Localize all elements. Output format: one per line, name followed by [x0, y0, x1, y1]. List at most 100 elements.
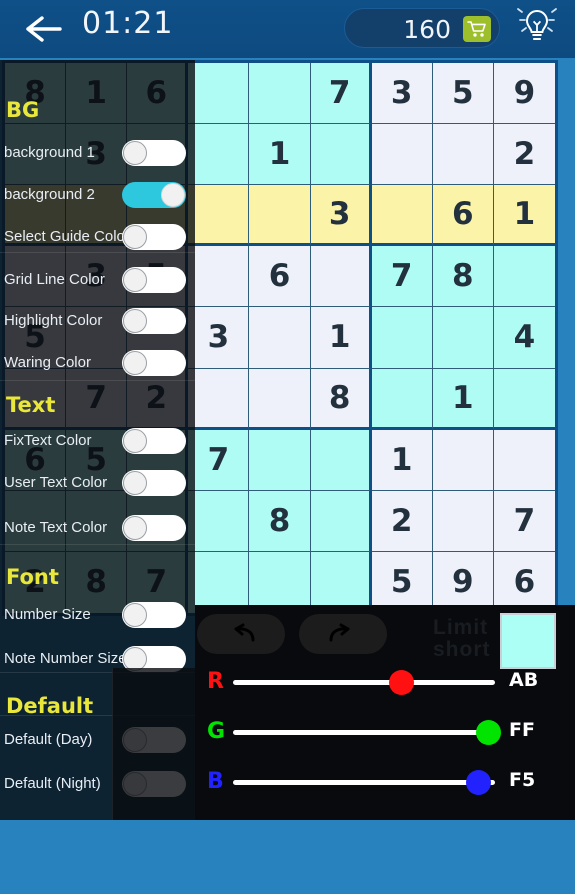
sudoku-cell-r8c5[interactable]: 8 [249, 490, 311, 552]
sudoku-cell-r9c4[interactable] [188, 551, 250, 613]
setting-toggle-grid-line-color[interactable] [122, 267, 186, 293]
toggle-knob [123, 141, 147, 165]
sudoku-cell-r1c6[interactable]: 7 [310, 63, 372, 125]
sudoku-cell-r5c5[interactable] [249, 307, 311, 369]
hint-button[interactable]: hint [508, 1, 566, 57]
sudoku-cell-r6c5[interactable] [249, 368, 311, 430]
sudoku-app-screen: 01:21 160 hint 8167359341236135678531472… [0, 0, 575, 894]
sudoku-cell-r8c8[interactable] [432, 490, 494, 552]
sudoku-cell-r1c4[interactable] [188, 63, 250, 125]
sudoku-cell-r5c9[interactable]: 4 [493, 307, 555, 369]
undo-button[interactable] [197, 614, 285, 654]
sudoku-cell-r3c7[interactable] [371, 185, 433, 247]
sudoku-cell-r4c8[interactable]: 8 [432, 246, 494, 308]
sudoku-cell-r9c5[interactable] [249, 551, 311, 613]
sudoku-cell-r6c4[interactable] [188, 368, 250, 430]
sudoku-cell-r3c5[interactable] [249, 185, 311, 247]
toggle-knob [123, 516, 147, 540]
sudoku-cell-r7c6[interactable] [310, 429, 372, 491]
sudoku-cell-r2c8[interactable] [432, 124, 494, 186]
sudoku-cell-r4c9[interactable] [493, 246, 555, 308]
redo-button[interactable] [299, 614, 387, 654]
undo-arrow-icon [234, 623, 255, 642]
setting-toggle-note-text-color[interactable] [122, 515, 186, 541]
sudoku-cell-r3c8[interactable]: 6 [432, 185, 494, 247]
sudoku-cell-r7c9[interactable] [493, 429, 555, 491]
sudoku-cell-r9c9[interactable]: 6 [493, 551, 555, 613]
sudoku-cell-r3c9[interactable]: 1 [493, 185, 555, 247]
sudoku-cell-r5c4[interactable]: 3 [188, 307, 250, 369]
sudoku-cell-r8c9[interactable]: 7 [493, 490, 555, 552]
sudoku-cell-r5c8[interactable] [432, 307, 494, 369]
settings-section-title: Default [6, 694, 94, 718]
setting-toggle-fixtext-color[interactable] [122, 428, 186, 454]
slider-row-blue: B F5 [195, 769, 575, 813]
sudoku-cell-r2c4[interactable] [188, 124, 250, 186]
setting-toggle-background-2[interactable] [122, 182, 186, 208]
slider-thumb-green[interactable] [476, 720, 501, 745]
coin-balance-pill[interactable]: 160 [344, 8, 500, 48]
sudoku-cell-r2c5[interactable]: 1 [249, 124, 311, 186]
sudoku-cell-r8c4[interactable] [188, 490, 250, 552]
sudoku-cell-r2c9[interactable]: 2 [493, 124, 555, 186]
sudoku-cell-r7c7[interactable]: 1 [371, 429, 433, 491]
setting-toggle-highlight-color[interactable] [122, 308, 186, 334]
settings-overlay-tail [112, 668, 195, 820]
slider-track-green[interactable] [233, 720, 501, 745]
setting-label-highlight-color: Highlight Color [4, 312, 103, 329]
toggle-knob [123, 351, 147, 375]
slider-value-blue: F5 [509, 769, 536, 791]
sudoku-cell-r3c6[interactable]: 3 [310, 185, 372, 247]
setting-label-default-day: Default (Day) [4, 731, 93, 748]
sudoku-cell-r9c7[interactable]: 5 [371, 551, 433, 613]
sudoku-cell-r6c8[interactable]: 1 [432, 368, 494, 430]
sudoku-cell-r4c6[interactable] [310, 246, 372, 308]
slider-track-blue[interactable] [233, 770, 495, 795]
setting-label-number-size: Number Size [4, 606, 91, 623]
sudoku-cell-r5c6[interactable]: 1 [310, 307, 372, 369]
sudoku-cell-r9c8[interactable]: 9 [432, 551, 494, 613]
setting-label-note-text-color: Note Text Color [4, 519, 108, 536]
setting-toggle-background-1[interactable] [122, 140, 186, 166]
sudoku-cell-r2c6[interactable] [310, 124, 372, 186]
toggle-knob [123, 268, 147, 292]
setting-toggle-number-size[interactable] [122, 602, 186, 628]
sudoku-cell-r6c7[interactable] [371, 368, 433, 430]
slider-thumb-red[interactable] [389, 670, 414, 695]
setting-label-grid-line-color: Grid Line Color [4, 271, 105, 288]
sudoku-cell-r8c7[interactable]: 2 [371, 490, 433, 552]
slider-row-red: R AB [195, 669, 575, 713]
sudoku-cell-r5c7[interactable] [371, 307, 433, 369]
shopping-cart-icon[interactable] [463, 16, 491, 42]
sudoku-cell-r1c5[interactable] [249, 63, 311, 125]
sudoku-cell-r9c6[interactable] [310, 551, 372, 613]
sudoku-cell-r6c6[interactable]: 8 [310, 368, 372, 430]
sudoku-cell-r1c9[interactable]: 9 [493, 63, 555, 125]
sudoku-cell-r8c6[interactable] [310, 490, 372, 552]
sudoku-cell-r7c4[interactable]: 7 [188, 429, 250, 491]
redo-arrow-icon [329, 623, 350, 642]
sudoku-cell-r4c4[interactable] [188, 246, 250, 308]
slider-track-red[interactable] [233, 670, 495, 695]
setting-label-fixtext-color: FixText Color [4, 432, 92, 449]
settings-divider-3 [0, 544, 195, 545]
back-arrow-icon[interactable] [22, 10, 64, 48]
sudoku-cell-r1c8[interactable]: 5 [432, 63, 494, 125]
sudoku-cell-r7c5[interactable] [249, 429, 311, 491]
sudoku-cell-r3c4[interactable] [188, 185, 250, 247]
settings-section-title: BG [6, 98, 40, 122]
sudoku-cell-r4c7[interactable]: 7 [371, 246, 433, 308]
setting-toggle-waring-color[interactable] [122, 350, 186, 376]
sudoku-cell-r4c5[interactable]: 6 [249, 246, 311, 308]
sudoku-cell-r7c8[interactable] [432, 429, 494, 491]
settings-divider-2 [0, 380, 195, 381]
setting-toggle-select-guide-color[interactable] [122, 224, 186, 250]
setting-label-waring-color: Waring Color [4, 354, 91, 371]
setting-toggle-user-text-color[interactable] [122, 470, 186, 496]
slider-thumb-blue[interactable] [466, 770, 491, 795]
slider-label-red: R [207, 669, 224, 694]
sudoku-cell-r6c9[interactable] [493, 368, 555, 430]
sudoku-cell-r1c7[interactable]: 3 [371, 63, 433, 125]
sudoku-cell-r2c7[interactable] [371, 124, 433, 186]
game-timer: 01:21 [82, 6, 174, 41]
